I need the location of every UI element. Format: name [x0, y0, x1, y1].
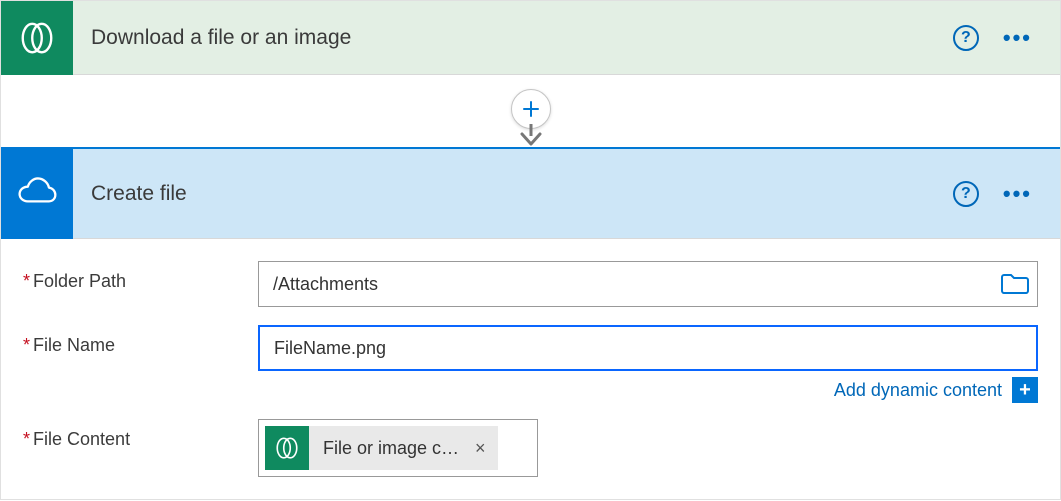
- folder-path-input[interactable]: [258, 261, 1038, 307]
- folder-picker-icon[interactable]: [1000, 272, 1030, 296]
- help-icon[interactable]: ?: [953, 181, 979, 207]
- dataverse-icon: [265, 426, 309, 470]
- more-icon[interactable]: •••: [1003, 181, 1032, 207]
- token-remove-icon[interactable]: ×: [469, 438, 498, 459]
- file-content-input[interactable]: File or image c… ×: [258, 419, 538, 477]
- connector-band: [1, 75, 1060, 149]
- dataverse-icon: [1, 1, 73, 75]
- add-step-button[interactable]: [511, 89, 551, 129]
- folder-path-label: *Folder Path: [23, 261, 258, 292]
- create-file-header[interactable]: Create file ? •••: [1, 149, 1060, 239]
- token-label: File or image c…: [309, 438, 469, 459]
- create-file-body: *Folder Path *File Name: [1, 239, 1060, 499]
- add-dynamic-content-button[interactable]: +: [1012, 377, 1038, 403]
- file-content-token[interactable]: File or image c… ×: [265, 426, 498, 470]
- create-file-title: Create file: [73, 182, 953, 206]
- help-icon[interactable]: ?: [953, 25, 979, 51]
- onedrive-icon: [1, 149, 73, 239]
- file-content-label: *File Content: [23, 419, 258, 450]
- download-step-title: Download a file or an image: [73, 26, 953, 50]
- more-icon[interactable]: •••: [1003, 25, 1032, 51]
- download-step-header[interactable]: Download a file or an image ? •••: [1, 1, 1060, 75]
- arrow-down-icon: [517, 124, 545, 149]
- add-dynamic-content-link[interactable]: Add dynamic content: [834, 380, 1002, 401]
- file-name-input[interactable]: [258, 325, 1038, 371]
- file-name-label: *File Name: [23, 325, 258, 356]
